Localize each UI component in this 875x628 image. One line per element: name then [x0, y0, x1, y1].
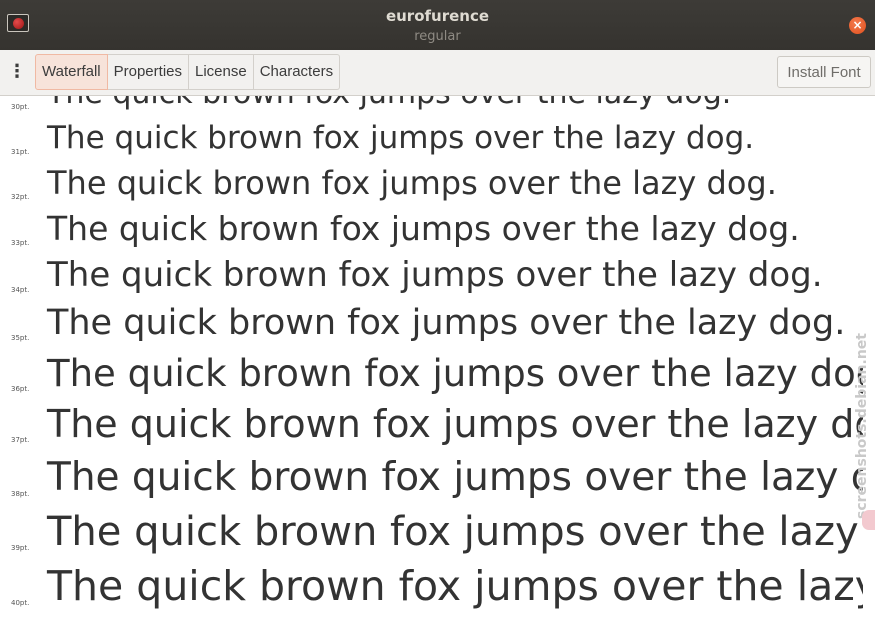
size-label: 35pt.	[11, 333, 30, 342]
waterfall-row: 34pt. The quick brown fox jumps over the …	[0, 255, 863, 303]
waterfall-row: 32pt. The quick brown fox jumps over the …	[0, 164, 863, 210]
sample-text: The quick brown fox jumps over the lazy …	[47, 120, 755, 156]
title-bar: eurofurence regular ×	[0, 0, 875, 50]
scroll-indicator[interactable]	[862, 510, 875, 530]
view-tabs: Waterfall Properties License Characters	[35, 54, 341, 90]
waterfall-row: 40pt. The quick brown fox jumps over the …	[0, 562, 863, 617]
waterfall-row: 31pt. The quick brown fox jumps over the …	[0, 120, 863, 165]
tab-properties[interactable]: Properties	[107, 54, 189, 90]
sample-text: The quick brown fox jumps over the lazy …	[47, 402, 863, 446]
waterfall-row: 35pt. The quick brown fox jumps over the …	[0, 302, 863, 351]
size-label: 36pt.	[11, 385, 30, 394]
size-label: 40pt.	[11, 598, 30, 607]
sample-text: The quick brown fox jumps over the lazy …	[47, 352, 863, 395]
sample-text: The quick brown fox jumps over the lazy …	[47, 303, 846, 343]
sample-text: The quick brown fox jumps over the lazy …	[47, 562, 863, 610]
install-font-button[interactable]: Install Font	[777, 56, 871, 88]
tab-characters[interactable]: Characters	[253, 54, 341, 90]
toolbar: ⋮ Waterfall Properties License Character…	[0, 50, 875, 96]
size-label: 37pt.	[11, 436, 30, 445]
sample-text: The quick brown fox jumps over the lazy …	[47, 509, 863, 555]
window-subtitle: regular	[414, 29, 461, 44]
waterfall-row: 37pt. The quick brown fox jumps over the …	[0, 402, 863, 454]
waterfall-view[interactable]: 30pt. The quick brown fox jumps over the …	[0, 96, 875, 628]
waterfall-row: 39pt. The quick brown fox jumps over the …	[0, 508, 863, 562]
watermark: screenshots.debian.net	[854, 333, 870, 519]
tab-license[interactable]: License	[189, 54, 254, 90]
sample-text: The quick brown fox jumps over the lazy …	[47, 255, 823, 295]
size-label: 34pt.	[11, 285, 30, 294]
sample-text: The quick brown fox jumps over the lazy …	[47, 455, 863, 500]
close-icon[interactable]: ×	[849, 17, 866, 34]
sample-text: The quick brown fox jumps over the lazy …	[47, 96, 731, 112]
sample-text: The quick brown fox jumps over the lazy …	[47, 164, 777, 202]
size-label: 39pt.	[11, 544, 30, 552]
waterfall-row: 33pt. The quick brown fox jumps over the …	[0, 209, 863, 256]
size-label: 33pt.	[11, 238, 30, 247]
size-label: 31pt.	[11, 147, 30, 156]
waterfall-row: 36pt. The quick brown fox jumps over the …	[0, 352, 863, 403]
waterfall-row: 30pt. The quick brown fox jumps over the …	[0, 96, 863, 120]
sample-text: The quick brown fox jumps over the lazy …	[47, 209, 800, 248]
waterfall-rows: 30pt. The quick brown fox jumps over the …	[0, 96, 863, 628]
size-label: 32pt.	[11, 192, 30, 201]
size-label: 30pt.	[11, 103, 30, 111]
waterfall-row: 38pt. The quick brown fox jumps over the …	[0, 455, 863, 508]
menu-icon[interactable]: ⋮	[8, 62, 26, 84]
size-label: 38pt.	[11, 490, 30, 499]
window-title: eurofurence	[385, 7, 490, 25]
tab-waterfall[interactable]: Waterfall	[35, 54, 108, 90]
